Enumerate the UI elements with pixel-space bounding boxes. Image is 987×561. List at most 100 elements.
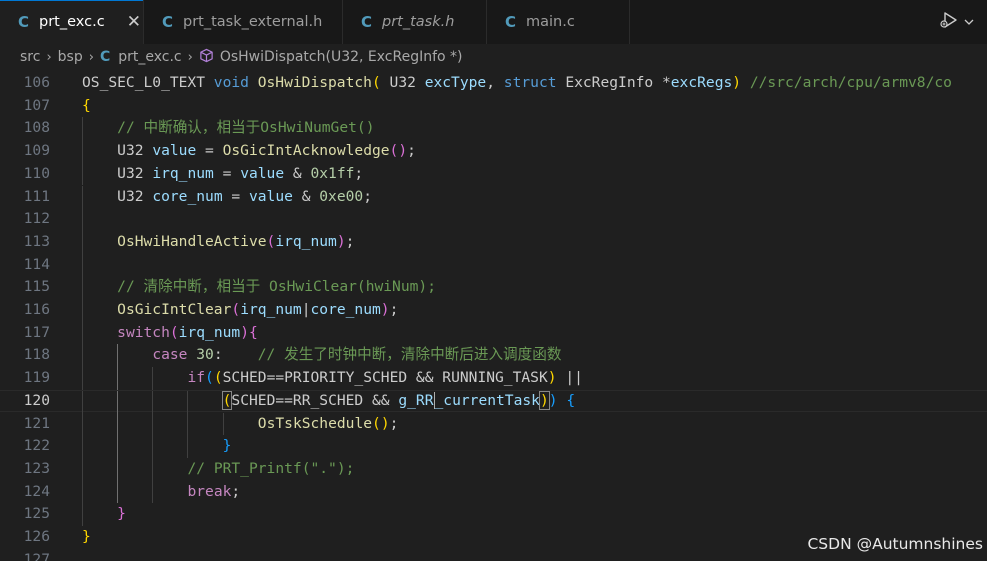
code-text: U32 irq_num = value & 0x1ff; [117,163,363,186]
indent-guide [82,276,83,299]
code-token: irq_num [178,323,241,341]
indent-guide [82,412,83,436]
code-token: 30 [196,346,214,364]
code-line[interactable]: 116 OsGicIntClear(irq_num|core_num); [0,299,987,322]
code-line[interactable]: 122} [0,435,987,458]
chevron-right-icon: › [88,49,94,65]
indent-guide [82,503,83,526]
indent-guide [82,299,83,322]
indent-guide [82,253,83,277]
indent-guide [152,367,154,390]
tab-label: prt_task.h [382,14,455,30]
code-token: ) [538,390,550,410]
code-token: // 中断确认，相当于OsHwiNumGet() [117,119,375,137]
code-token: break [187,482,232,500]
indent-guide [187,390,189,414]
code-line[interactable]: 110 U32 irq_num = value & 0x1ff; [0,162,987,186]
code-token: () [372,414,390,432]
c-file-icon: C [162,13,174,31]
code-line[interactable]: 118 case 30: // 发生了时钟中断，清除中断后进入调度函数 [0,344,987,368]
indent-guide [222,412,224,436]
code-token: ) [732,74,742,91]
indent-guide [152,390,154,414]
code-token: g_RR [398,391,434,409]
breadcrumb-symbol[interactable]: OsHwiDispatch(U32, ExcRegInfo *) [220,49,463,65]
code-line[interactable]: 123 // PRT_Printf("."); [0,457,987,481]
indent-guide [117,457,119,481]
code-token: ) [336,232,346,250]
line-number: 124 [23,482,50,500]
indent-guide [82,457,83,481]
code-line[interactable]: 108 // 中断确认，相当于OsHwiNumGet() [0,117,987,141]
code-line[interactable]: 111 U32 core_num = value & 0xe00; [0,185,987,209]
code-token: () [389,142,408,160]
code-token: struct [503,74,566,91]
code-token: 0x1ff [310,164,355,182]
indent-guide [117,412,119,436]
code-line[interactable]: 124 break; [0,480,987,504]
code-line[interactable]: 109 U32 value = OsGicIntAcknowledge(); [0,140,987,163]
indent-guide [117,367,119,390]
code-line[interactable]: 114 [0,253,987,277]
code-line[interactable]: 119 if((SCHED==PRIORITY_SCHED && RUNNING_… [0,367,987,390]
line-number: 119 [23,369,50,387]
code-token: ExcRegInfo [565,74,662,91]
code-text: } [117,503,126,526]
code-token: U32 [117,187,153,205]
code-token: core_num [152,187,223,205]
code-token: | [301,301,311,318]
c-file-icon: C [505,13,517,31]
code-token: OsHwiHandleActive [117,232,267,250]
code-token: ; [407,142,416,160]
line-number: 108 [23,119,50,137]
code-token: _currentTask [434,391,540,409]
close-icon[interactable]: ✕ [125,12,143,32]
code-line[interactable]: 120 (SCHED==RR_SCHED && g_RR_currentTask)… [0,389,987,414]
code-line[interactable]: 107 { [0,95,987,118]
chevron-down-icon[interactable] [963,13,975,32]
run-debug-icon[interactable] [939,10,959,34]
code-text: { [82,95,91,118]
line-number: 110 [23,164,50,182]
code-token: value [240,164,285,182]
breadcrumb-file[interactable]: prt_exc.c [118,49,181,65]
line-number: 113 [23,232,50,250]
code-token: U32 [380,74,425,91]
code-editor[interactable]: 106 OS_SEC_L0_TEXT void OsHwiDispatch( U3… [0,72,987,561]
tab-prt-task-external-h[interactable]: C prt_task_external.h [144,0,343,44]
code-line[interactable]: 106 OS_SEC_L0_TEXT void OsHwiDispatch( U3… [0,72,987,95]
code-token: irq_num [275,232,337,250]
code-token: excType [424,74,487,91]
c-file-icon: C [361,13,373,31]
code-token: value [248,187,293,205]
tab-main-c[interactable]: C main.c [487,0,630,44]
cube-icon [199,48,214,67]
code-text: } [82,526,91,549]
tab-prt-task-h[interactable]: C prt_task.h [343,0,487,44]
code-line[interactable]: 125} [0,503,987,526]
code-line[interactable]: 117 switch(irq_num){ [0,321,987,345]
code-token: SCHED==PRIORITY_SCHED && RUNNING_TASK [222,369,548,387]
code-token: U32 [117,142,153,160]
code-token: ; [363,187,372,205]
code-line[interactable]: 112 [0,208,987,231]
code-line[interactable]: 113 OsHwiHandleActive(irq_num); [0,230,987,254]
breadcrumb-folder-bsp[interactable]: bsp [58,49,83,65]
code-token: ( [231,301,241,318]
code-line[interactable]: 121 OsTskSchedule(); [0,412,987,436]
code-token: & [292,187,320,205]
editor-tab-bar: C prt_exc.c ✕ C prt_task_external.h C pr… [0,0,987,44]
breadcrumb: src › bsp › C prt_exc.c › OsHwiDispatch(… [0,44,987,70]
c-file-icon: C [99,49,111,65]
indent-guide [152,480,154,504]
line-number: 126 [23,528,50,545]
code-line[interactable]: 115 // 清除中断，相当于 OsHwiClear(hwiNum); [0,276,987,299]
chevron-right-icon: › [187,49,193,65]
code-text: case 30: // 发生了时钟中断，清除中断后进入调度函数 [152,344,561,367]
code-token: ; [345,232,355,250]
indent-guide [82,344,83,368]
breadcrumb-folder-src[interactable]: src [20,49,40,65]
tab-prt-exc-c[interactable]: C prt_exc.c ✕ [0,0,144,44]
code-text: } [223,435,232,458]
code-token: if [187,369,206,387]
